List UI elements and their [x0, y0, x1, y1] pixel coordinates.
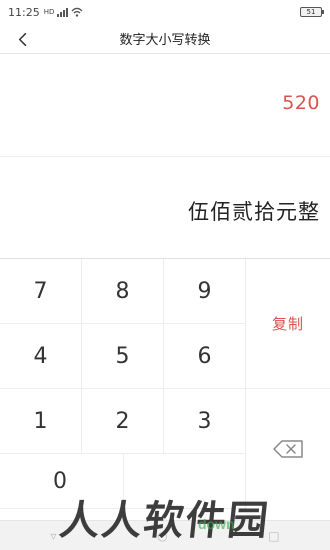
back-arrow-icon[interactable]	[12, 28, 34, 50]
wifi-icon	[71, 7, 83, 17]
key-0[interactable]: 0	[0, 454, 124, 509]
key-5[interactable]: 5	[82, 324, 164, 389]
key-7[interactable]: 7	[0, 259, 82, 324]
nav-home-icon[interactable]: ○	[157, 529, 167, 543]
nav-recent-icon[interactable]: □	[268, 529, 279, 543]
nav-back-icon[interactable]: ▿	[50, 529, 56, 543]
key-3[interactable]: 3	[164, 389, 246, 454]
key-9[interactable]: 9	[164, 259, 246, 324]
number-display: 520	[282, 92, 320, 114]
status-time: 11:25	[8, 5, 40, 19]
backspace-icon	[273, 440, 303, 458]
chinese-amount-display: 伍佰贰拾元整	[188, 200, 320, 224]
status-bar: 11:25 HD 51	[0, 0, 330, 24]
network-label: HD	[43, 8, 55, 16]
signal-icon	[57, 7, 69, 17]
key-8[interactable]: 8	[82, 259, 164, 324]
title-bar: 数字大小写转换	[0, 24, 330, 54]
key-1[interactable]: 1	[0, 389, 82, 454]
key-blank	[124, 454, 246, 509]
battery-icon: 51	[300, 7, 324, 17]
backspace-button[interactable]	[246, 389, 330, 509]
keypad: 7 8 9 4 5 6 1 2 3 0 复制	[0, 259, 330, 550]
system-nav-bar: ▿ ○ □	[0, 520, 330, 550]
copy-button[interactable]: 复制	[246, 259, 330, 389]
key-4[interactable]: 4	[0, 324, 82, 389]
key-2[interactable]: 2	[82, 389, 164, 454]
key-6[interactable]: 6	[164, 324, 246, 389]
divider	[0, 156, 330, 157]
page-title: 数字大小写转换	[119, 33, 211, 48]
